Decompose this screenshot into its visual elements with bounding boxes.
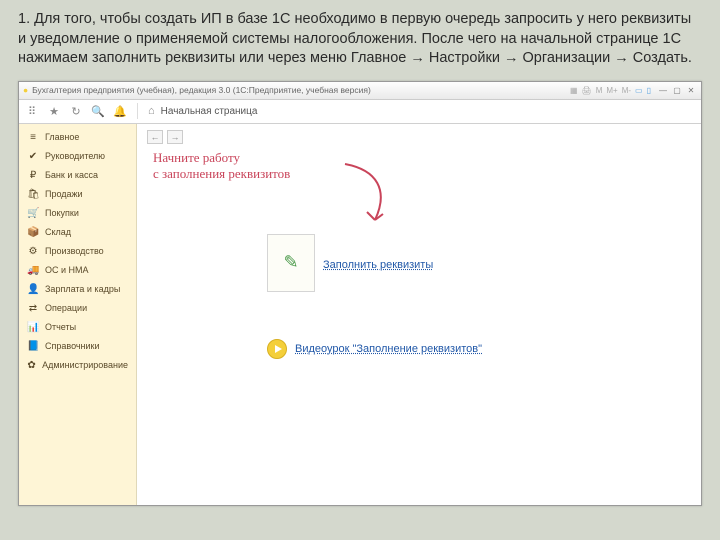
gear-icon: ⚙ <box>27 246 39 257</box>
main-area: ← → Начните работу с заполнения реквизит… <box>137 124 701 505</box>
person-icon: 👤 <box>27 284 39 295</box>
minimize-icon[interactable]: — <box>657 84 669 96</box>
sidebar-item-manager[interactable]: ✔ Руководителю <box>19 147 136 166</box>
separator <box>137 103 138 119</box>
close-icon[interactable]: ✕ <box>685 84 697 96</box>
sidebar-item-purchases[interactable]: 🛒 Покупки <box>19 204 136 223</box>
sidebar-item-label: Зарплата и кадры <box>45 284 120 294</box>
sidebar-item-label: Руководителю <box>45 151 105 161</box>
sidebar-item-bank[interactable]: ₽ Банк и касса <box>19 166 136 185</box>
sidebar-item-label: Главное <box>45 132 79 142</box>
sidebar-item-references[interactable]: 📘 Справочники <box>19 337 136 356</box>
nav-arrows: ← → <box>147 130 691 144</box>
fill-requisites-link[interactable]: Заполнить реквизиты <box>323 259 433 271</box>
apps-icon[interactable]: ⠿ <box>25 104 39 118</box>
pencil-icon: ✎ <box>283 252 298 273</box>
app-window: ● Бухгалтерия предприятия (учебная), ред… <box>18 81 702 506</box>
handwritten-hint: Начните работу с заполнения реквизитов <box>153 150 691 183</box>
sidebar-item-operations[interactable]: ⇄ Операции <box>19 299 136 318</box>
sidebar-item-label: ОС и НМА <box>45 265 89 275</box>
home-icon[interactable]: ⌂ <box>148 105 155 117</box>
titlebar-tools: ▦ 🖨 M M+ M- ▭ ▯ <box>570 86 651 95</box>
chart-icon: 📊 <box>27 322 39 333</box>
fill-card[interactable]: ✎ <box>267 234 315 292</box>
tool-icon[interactable]: 🖨 <box>582 86 592 95</box>
flower-icon: ✿ <box>27 360 36 371</box>
video-row: Видеоурок "Заполнение реквизитов" <box>267 339 482 359</box>
bell-icon[interactable]: 🔔 <box>113 104 127 118</box>
search-icon[interactable]: 🔍 <box>91 104 105 118</box>
main-toolbar: ⠿ ★ ↻ 🔍 🔔 ⌂ Начальная страница <box>19 100 701 124</box>
menu-icon: ≡ <box>27 132 39 143</box>
box-icon: 📦 <box>27 227 39 238</box>
sidebar-item-warehouse[interactable]: 📦 Склад <box>19 223 136 242</box>
app-icon: ● <box>23 85 28 95</box>
window-titlebar: ● Бухгалтерия предприятия (учебная), ред… <box>19 82 701 100</box>
sidebar-item-label: Справочники <box>45 341 100 351</box>
sidebar-item-reports[interactable]: 📊 Отчеты <box>19 318 136 337</box>
sidebar-item-label: Отчеты <box>45 322 76 332</box>
tool-icon[interactable]: ▦ <box>570 86 578 95</box>
tool-icon[interactable]: ▭ <box>635 86 643 95</box>
forward-button[interactable]: → <box>167 130 183 144</box>
instruction-text: 1. Для того, чтобы создать ИП в базе 1С … <box>18 11 692 66</box>
sidebar-item-salary[interactable]: 👤 Зарплата и кадры <box>19 280 136 299</box>
swap-icon: ⇄ <box>27 303 39 314</box>
sidebar-item-production[interactable]: ⚙ Производство <box>19 242 136 261</box>
bag-icon: 🛍 <box>27 189 39 200</box>
ruble-icon: ₽ <box>27 170 39 181</box>
history-icon[interactable]: ↻ <box>69 104 83 118</box>
maximize-icon[interactable]: ▢ <box>671 84 683 96</box>
arrow-icon <box>337 160 397 230</box>
play-icon[interactable] <box>267 339 287 359</box>
sidebar-item-assets[interactable]: 🚚 ОС и НМА <box>19 261 136 280</box>
tool-icon[interactable]: M+ <box>606 86 617 95</box>
hint-line2: с заполнения реквизитов <box>153 166 691 182</box>
cart-icon: 🛒 <box>27 208 39 219</box>
video-tutorial-link[interactable]: Видеоурок "Заполнение реквизитов" <box>295 343 482 355</box>
breadcrumb-label: Начальная страница <box>161 106 258 117</box>
hint-line1: Начните работу <box>153 150 691 166</box>
tool-icon[interactable]: M <box>596 86 603 95</box>
slide-instruction: 1. Для того, чтобы создать ИП в базе 1С … <box>0 0 720 77</box>
book-icon: 📘 <box>27 341 39 352</box>
sidebar-item-label: Склад <box>45 227 71 237</box>
sidebar-item-admin[interactable]: ✿ Администрирование <box>19 356 136 375</box>
sidebar: ≡ Главное ✔ Руководителю ₽ Банк и касса 🛍 Пр… <box>19 124 137 505</box>
sidebar-item-label: Операции <box>45 303 87 313</box>
truck-icon: 🚚 <box>27 265 39 276</box>
sidebar-item-label: Продажи <box>45 189 83 199</box>
tool-icon[interactable]: ▯ <box>647 86 651 95</box>
sidebar-item-label: Банк и касса <box>45 170 98 180</box>
star-icon[interactable]: ★ <box>47 104 61 118</box>
sidebar-item-label: Администрирование <box>42 360 128 370</box>
back-button[interactable]: ← <box>147 130 163 144</box>
check-icon: ✔ <box>27 151 39 162</box>
sidebar-item-sales[interactable]: 🛍 Продажи <box>19 185 136 204</box>
tool-icon[interactable]: M- <box>622 86 631 95</box>
sidebar-item-label: Производство <box>45 246 104 256</box>
breadcrumb: ⌂ Начальная страница <box>148 105 257 117</box>
sidebar-item-main[interactable]: ≡ Главное <box>19 128 136 147</box>
window-title: Бухгалтерия предприятия (учебная), редак… <box>32 85 570 95</box>
sidebar-item-label: Покупки <box>45 208 79 218</box>
